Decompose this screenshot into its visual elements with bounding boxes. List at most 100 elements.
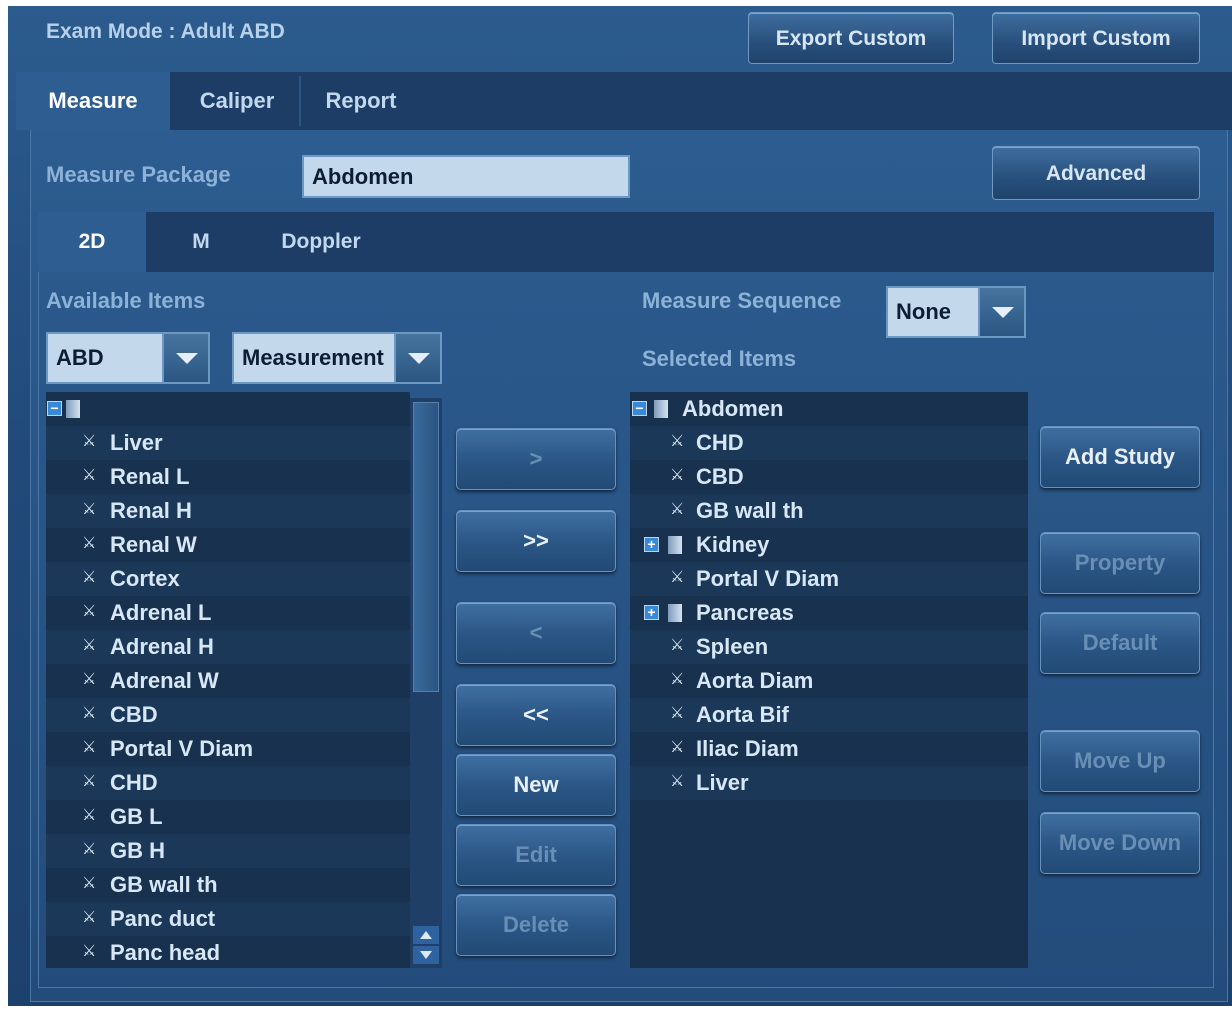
caliper-leaf-icon: ⚔	[82, 739, 97, 756]
available-root-row[interactable]: −	[46, 392, 410, 426]
collapse-minus-icon[interactable]: −	[47, 401, 62, 416]
list-item[interactable]: ⚔ Renal H	[46, 494, 410, 528]
measure-package-field[interactable]: Abdomen	[302, 155, 630, 198]
list-item-label: CHD	[110, 770, 158, 795]
tree-group-row[interactable]: + Pancreas	[630, 596, 1028, 630]
measure-sequence-value: None	[896, 299, 951, 324]
list-item-label: Panc head	[110, 940, 221, 965]
selected-items-list[interactable]: − Abdomen ⚔ CHD ⚔ CBD ⚔ GB wall th + Kidney ⚔ Por…	[630, 392, 1028, 968]
caliper-leaf-icon: ⚔	[82, 637, 97, 654]
expand-plus-icon[interactable]: +	[644, 537, 659, 552]
list-item[interactable]: ⚔ CHD	[630, 426, 1028, 460]
caliper-leaf-icon: ⚔	[670, 433, 685, 450]
caliper-leaf-icon: ⚔	[82, 569, 97, 586]
scroll-up-icon[interactable]	[413, 926, 439, 944]
available-items-list[interactable]: − ⚔ Liver ⚔ Renal L ⚔ Renal H ⚔ Renal W ⚔ Cortex ⚔…	[46, 392, 410, 968]
tab-m[interactable]: M	[152, 212, 250, 272]
remove-item-button[interactable]: <	[456, 602, 616, 664]
list-item[interactable]: ⚔ GB wall th	[630, 494, 1028, 528]
item-type-combo[interactable]: Measurement	[232, 332, 442, 384]
scroll-down-icon[interactable]	[413, 946, 439, 964]
list-item[interactable]: ⚔ Aorta Bif	[630, 698, 1028, 732]
import-custom-button[interactable]: Import Custom	[992, 12, 1200, 64]
list-item[interactable]: ⚔ Adrenal H	[46, 630, 410, 664]
selected-root-label: Abdomen	[682, 396, 784, 421]
scroll-thumb[interactable]	[413, 402, 439, 692]
folder-icon	[66, 400, 80, 418]
list-item[interactable]: ⚔ Liver	[46, 426, 410, 460]
caliper-leaf-icon: ⚔	[82, 773, 97, 790]
advanced-button[interactable]: Advanced	[992, 146, 1200, 200]
folder-icon	[668, 536, 682, 554]
list-item[interactable]: ⚔ CBD	[630, 460, 1028, 494]
add-item-button[interactable]: >	[456, 428, 616, 490]
edit-button[interactable]: Edit	[456, 824, 616, 886]
available-scrollbar[interactable]	[410, 398, 442, 968]
list-item[interactable]: ⚔ Panc duct	[46, 902, 410, 936]
title-bar: Exam Mode : Adult ABD Export Custom Impo…	[8, 6, 1232, 72]
list-item-label: CBD	[110, 702, 158, 727]
caliper-leaf-icon: ⚔	[670, 705, 685, 722]
caliper-leaf-icon: ⚔	[82, 943, 97, 960]
add-all-button[interactable]: >>	[456, 510, 616, 572]
list-item[interactable]: ⚔ GB wall th	[46, 868, 410, 902]
exam-mode-window: Exam Mode : Adult ABD Export Custom Impo…	[8, 6, 1232, 1006]
caliper-leaf-icon: ⚔	[670, 501, 685, 518]
add-study-button[interactable]: Add Study	[1040, 426, 1200, 488]
list-item[interactable]: ⚔ Portal V Diam	[46, 732, 410, 766]
application-combo[interactable]: ABD	[46, 332, 210, 384]
chevron-down-icon[interactable]	[394, 334, 440, 382]
list-item[interactable]: ⚔ Adrenal W	[46, 664, 410, 698]
list-item[interactable]: ⚔ Portal V Diam	[630, 562, 1028, 596]
tab-doppler[interactable]: Doppler	[260, 212, 382, 272]
list-item-label: Portal V Diam	[696, 566, 840, 591]
tree-group-row[interactable]: + Kidney	[630, 528, 1028, 562]
chevron-down-icon[interactable]	[162, 334, 208, 382]
selected-root-row[interactable]: − Abdomen	[630, 392, 1028, 426]
chevron-down-icon[interactable]	[978, 288, 1024, 336]
list-item[interactable]: ⚔ CHD	[46, 766, 410, 800]
collapse-minus-icon[interactable]: −	[632, 401, 647, 416]
expand-plus-icon[interactable]: +	[644, 605, 659, 620]
remove-all-button[interactable]: <<	[456, 684, 616, 746]
property-button[interactable]: Property	[1040, 532, 1200, 594]
list-item-label: CHD	[696, 430, 744, 455]
tab-report[interactable]: Report	[306, 72, 416, 130]
caliper-leaf-icon: ⚔	[82, 875, 97, 892]
list-item[interactable]: ⚔ GB L	[46, 800, 410, 834]
list-item[interactable]: ⚔ Adrenal L	[46, 596, 410, 630]
list-item[interactable]: ⚔ Aorta Diam	[630, 664, 1028, 698]
measure-sequence-label: Measure Sequence	[642, 288, 842, 313]
tab-caliper[interactable]: Caliper	[180, 72, 294, 130]
list-item-label: Adrenal H	[110, 634, 214, 659]
list-item[interactable]: ⚔ Renal L	[46, 460, 410, 494]
new-button[interactable]: New	[456, 754, 616, 816]
caliper-leaf-icon: ⚔	[82, 603, 97, 620]
caliper-leaf-icon: ⚔	[82, 535, 97, 552]
list-item[interactable]: ⚔ GB H	[46, 834, 410, 868]
window-title: Exam Mode : Adult ABD	[46, 20, 285, 43]
move-down-button[interactable]: Move Down	[1040, 812, 1200, 874]
tab-2d[interactable]: 2D	[38, 212, 146, 272]
measure-sequence-combo[interactable]: None	[886, 286, 1026, 338]
list-item[interactable]: ⚔ Spleen	[630, 630, 1028, 664]
caliper-leaf-icon: ⚔	[82, 909, 97, 926]
list-item-label: Pancreas	[696, 600, 794, 625]
move-up-button[interactable]: Move Up	[1040, 730, 1200, 792]
list-item-label: Aorta Bif	[696, 702, 789, 727]
caliper-leaf-icon: ⚔	[82, 433, 97, 450]
export-custom-button[interactable]: Export Custom	[748, 12, 954, 64]
default-button[interactable]: Default	[1040, 612, 1200, 674]
list-item[interactable]: ⚔ Iliac Diam	[630, 732, 1028, 766]
list-item[interactable]: ⚔ CBD	[46, 698, 410, 732]
selected-items-label: Selected Items	[642, 346, 797, 371]
list-item[interactable]: ⚔ Cortex	[46, 562, 410, 596]
list-item[interactable]: ⚔ Renal W	[46, 528, 410, 562]
list-item[interactable]: ⚔ Liver	[630, 766, 1028, 800]
caliper-leaf-icon: ⚔	[670, 739, 685, 756]
delete-button[interactable]: Delete	[456, 894, 616, 956]
list-item[interactable]: ⚔ Panc head	[46, 936, 410, 968]
tab-measure[interactable]: Measure	[16, 72, 170, 130]
list-item-label: Liver	[696, 770, 749, 795]
main-tabs: Measure Caliper Report	[16, 72, 1232, 130]
